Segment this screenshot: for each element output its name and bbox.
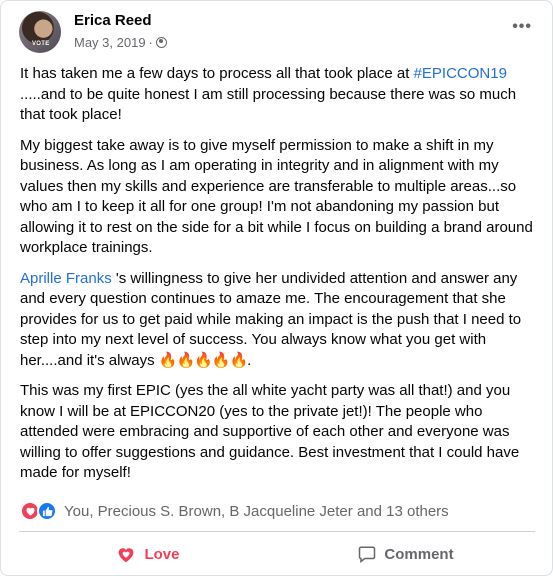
post-body: It has taken me a few days to process al… <box>20 64 540 494</box>
more-options-icon[interactable]: ••• <box>512 19 532 35</box>
paragraph-1: It has taken me a few days to process al… <box>20 64 540 126</box>
paragraph-text: It has taken me a few days to process al… <box>20 65 414 82</box>
mention-link[interactable]: Aprille Franks <box>20 270 112 287</box>
reactions-summary[interactable]: You, Precious S. Brown, B Jacqueline Jet… <box>20 500 449 522</box>
comment-icon <box>359 546 376 563</box>
post-card: VOTE Erica Reed May 3, 2019 · ••• It has… <box>0 0 553 576</box>
reactions-text[interactable]: You, Precious S. Brown, B Jacqueline Jet… <box>64 503 449 520</box>
post-date[interactable]: May 3, 2019 <box>74 35 146 50</box>
paragraph-3: Aprille Franks 's willingness to give he… <box>20 269 540 372</box>
post-meta: May 3, 2019 · <box>74 35 167 50</box>
fire-emoji: 🔥🔥🔥🔥🔥 <box>158 351 248 369</box>
paragraph-2: My biggest take away is to give myself p… <box>20 136 533 257</box>
audience-icon[interactable] <box>155 37 167 48</box>
post-header: VOTE Erica Reed May 3, 2019 · ••• <box>19 10 538 56</box>
paragraph-text: .....and to be quite honest I am still p… <box>20 85 517 124</box>
hashtag-link[interactable]: #EPICCON19 <box>414 65 507 82</box>
paragraph-text: . <box>247 351 252 369</box>
meta-separator: · <box>148 35 153 50</box>
comment-button[interactable]: Comment <box>277 536 535 572</box>
avatar[interactable]: VOTE <box>19 11 61 53</box>
reaction-icons <box>20 500 60 522</box>
heart-outline-icon <box>119 548 134 563</box>
divider <box>19 531 535 532</box>
action-bar: Love Comment <box>19 536 535 572</box>
love-label: Love <box>144 545 180 563</box>
avatar-badge-text: VOTE <box>32 41 50 47</box>
comment-label: Comment <box>384 545 454 563</box>
love-button[interactable]: Love <box>19 536 277 572</box>
paragraph-4: This was my first EPIC (yes the all whit… <box>20 382 520 481</box>
like-icon <box>37 501 57 521</box>
author-name[interactable]: Erica Reed <box>74 12 152 29</box>
